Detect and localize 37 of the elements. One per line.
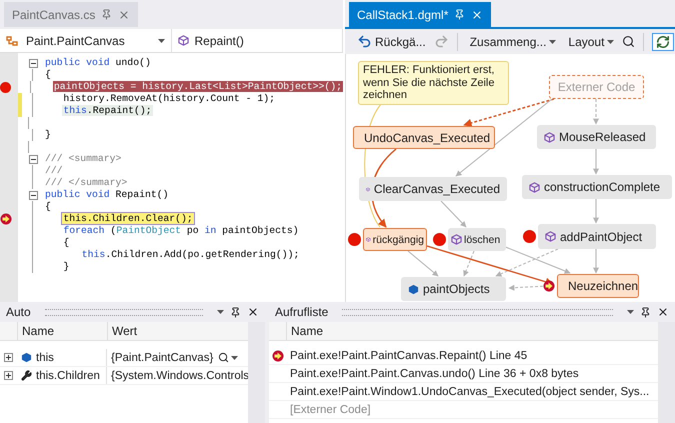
code-line: /// </summary> — [44, 177, 128, 189]
graph-node[interactable]: paintObjects — [401, 277, 506, 301]
code-line: } — [62, 261, 70, 273]
code-line: { — [44, 69, 52, 81]
code-line: this.Children.Add(po.getRendering()); — [80, 249, 300, 261]
layout-dropdown[interactable]: Layout — [564, 32, 618, 50]
code-line: public void Repaint() — [44, 189, 170, 201]
graph-node[interactable]: addPaintObject — [538, 224, 656, 249]
code-line: foreach (PaintObject po in paintObjects) — [62, 225, 300, 237]
code-line: /// — [44, 165, 64, 177]
variable-name: this.Children — [17, 367, 107, 384]
group-dropdown[interactable]: Zusammeng... — [466, 32, 560, 50]
code-line: { — [62, 237, 70, 249]
graph-node[interactable]: Neuzeichnen — [557, 274, 639, 298]
comment-note: FEHLER: Funktioniert erst, wenn Sie die nächste Zeile zeichnen — [358, 61, 509, 104]
graph-node[interactable]: löschen — [448, 228, 506, 251]
stack-frame[interactable]: Paint.exe!Paint.Window1.UndoCanvas_Executed(object sender, Sys... — [286, 383, 656, 400]
panel-title: Auto — [6, 305, 31, 319]
code-line: { — [44, 201, 52, 213]
column-header[interactable]: Name — [17, 322, 107, 340]
undo-button[interactable]: Rückgä... — [353, 32, 430, 51]
variable-name: this — [17, 349, 107, 366]
panel-title: Aufrufliste — [275, 305, 328, 319]
graph-node[interactable]: UndoCanvas_Executed — [353, 126, 495, 149]
graph-node[interactable]: ClearCanvas_Executed — [359, 177, 507, 201]
stack-frame[interactable]: Paint.exe!Paint.PaintCanvas.Repaint() Line 45 — [286, 347, 656, 364]
stack-frame[interactable]: Paint.exe!Paint.Paint.Canvas.undo() Line 36 + 0x8 bytes — [286, 365, 656, 382]
code-line: /// <summary> — [44, 153, 122, 165]
variable-value: {Paint.PaintCanvas} — [110, 350, 214, 366]
code-line: } — [44, 129, 52, 141]
code-line: history.RemoveAt(history.Count - 1); — [62, 93, 276, 105]
code-line: public void undo() — [44, 57, 152, 69]
member-dropdown[interactable]: Repaint() — [172, 29, 343, 52]
graph-node[interactable]: MouseReleased — [537, 125, 656, 149]
graph-node[interactable]: rückgängig — [363, 228, 427, 251]
graph-node[interactable]: constructionComplete — [522, 175, 672, 199]
type-dropdown[interactable]: Paint.PaintCanvas — [0, 29, 172, 52]
